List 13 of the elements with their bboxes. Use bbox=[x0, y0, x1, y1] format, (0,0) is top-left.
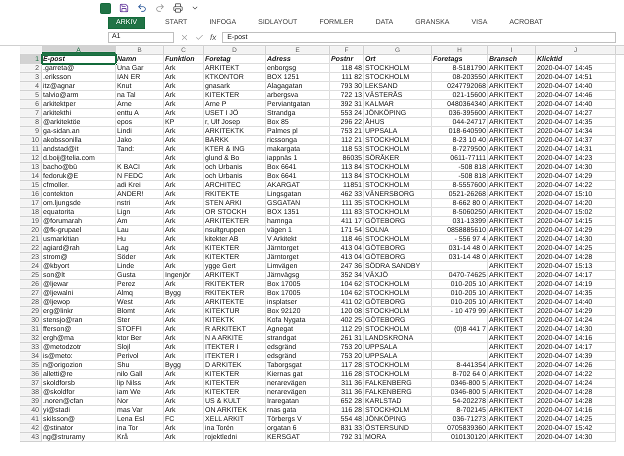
empty-cell bbox=[432, 262, 488, 271]
printer-icon[interactable] bbox=[173, 3, 183, 13]
save-icon[interactable] bbox=[119, 3, 129, 13]
undo-icon[interactable] bbox=[137, 3, 147, 13]
redo-icon[interactable] bbox=[155, 3, 165, 13]
caret-icon[interactable] bbox=[191, 4, 199, 12]
empty-cell bbox=[432, 352, 488, 361]
check-icon[interactable] bbox=[195, 33, 204, 42]
empty-cell bbox=[432, 316, 488, 325]
function-label[interactable]: fx bbox=[210, 32, 216, 44]
empty-cell bbox=[432, 334, 488, 343]
empty-cell bbox=[432, 343, 488, 352]
empty-cell bbox=[116, 154, 164, 163]
